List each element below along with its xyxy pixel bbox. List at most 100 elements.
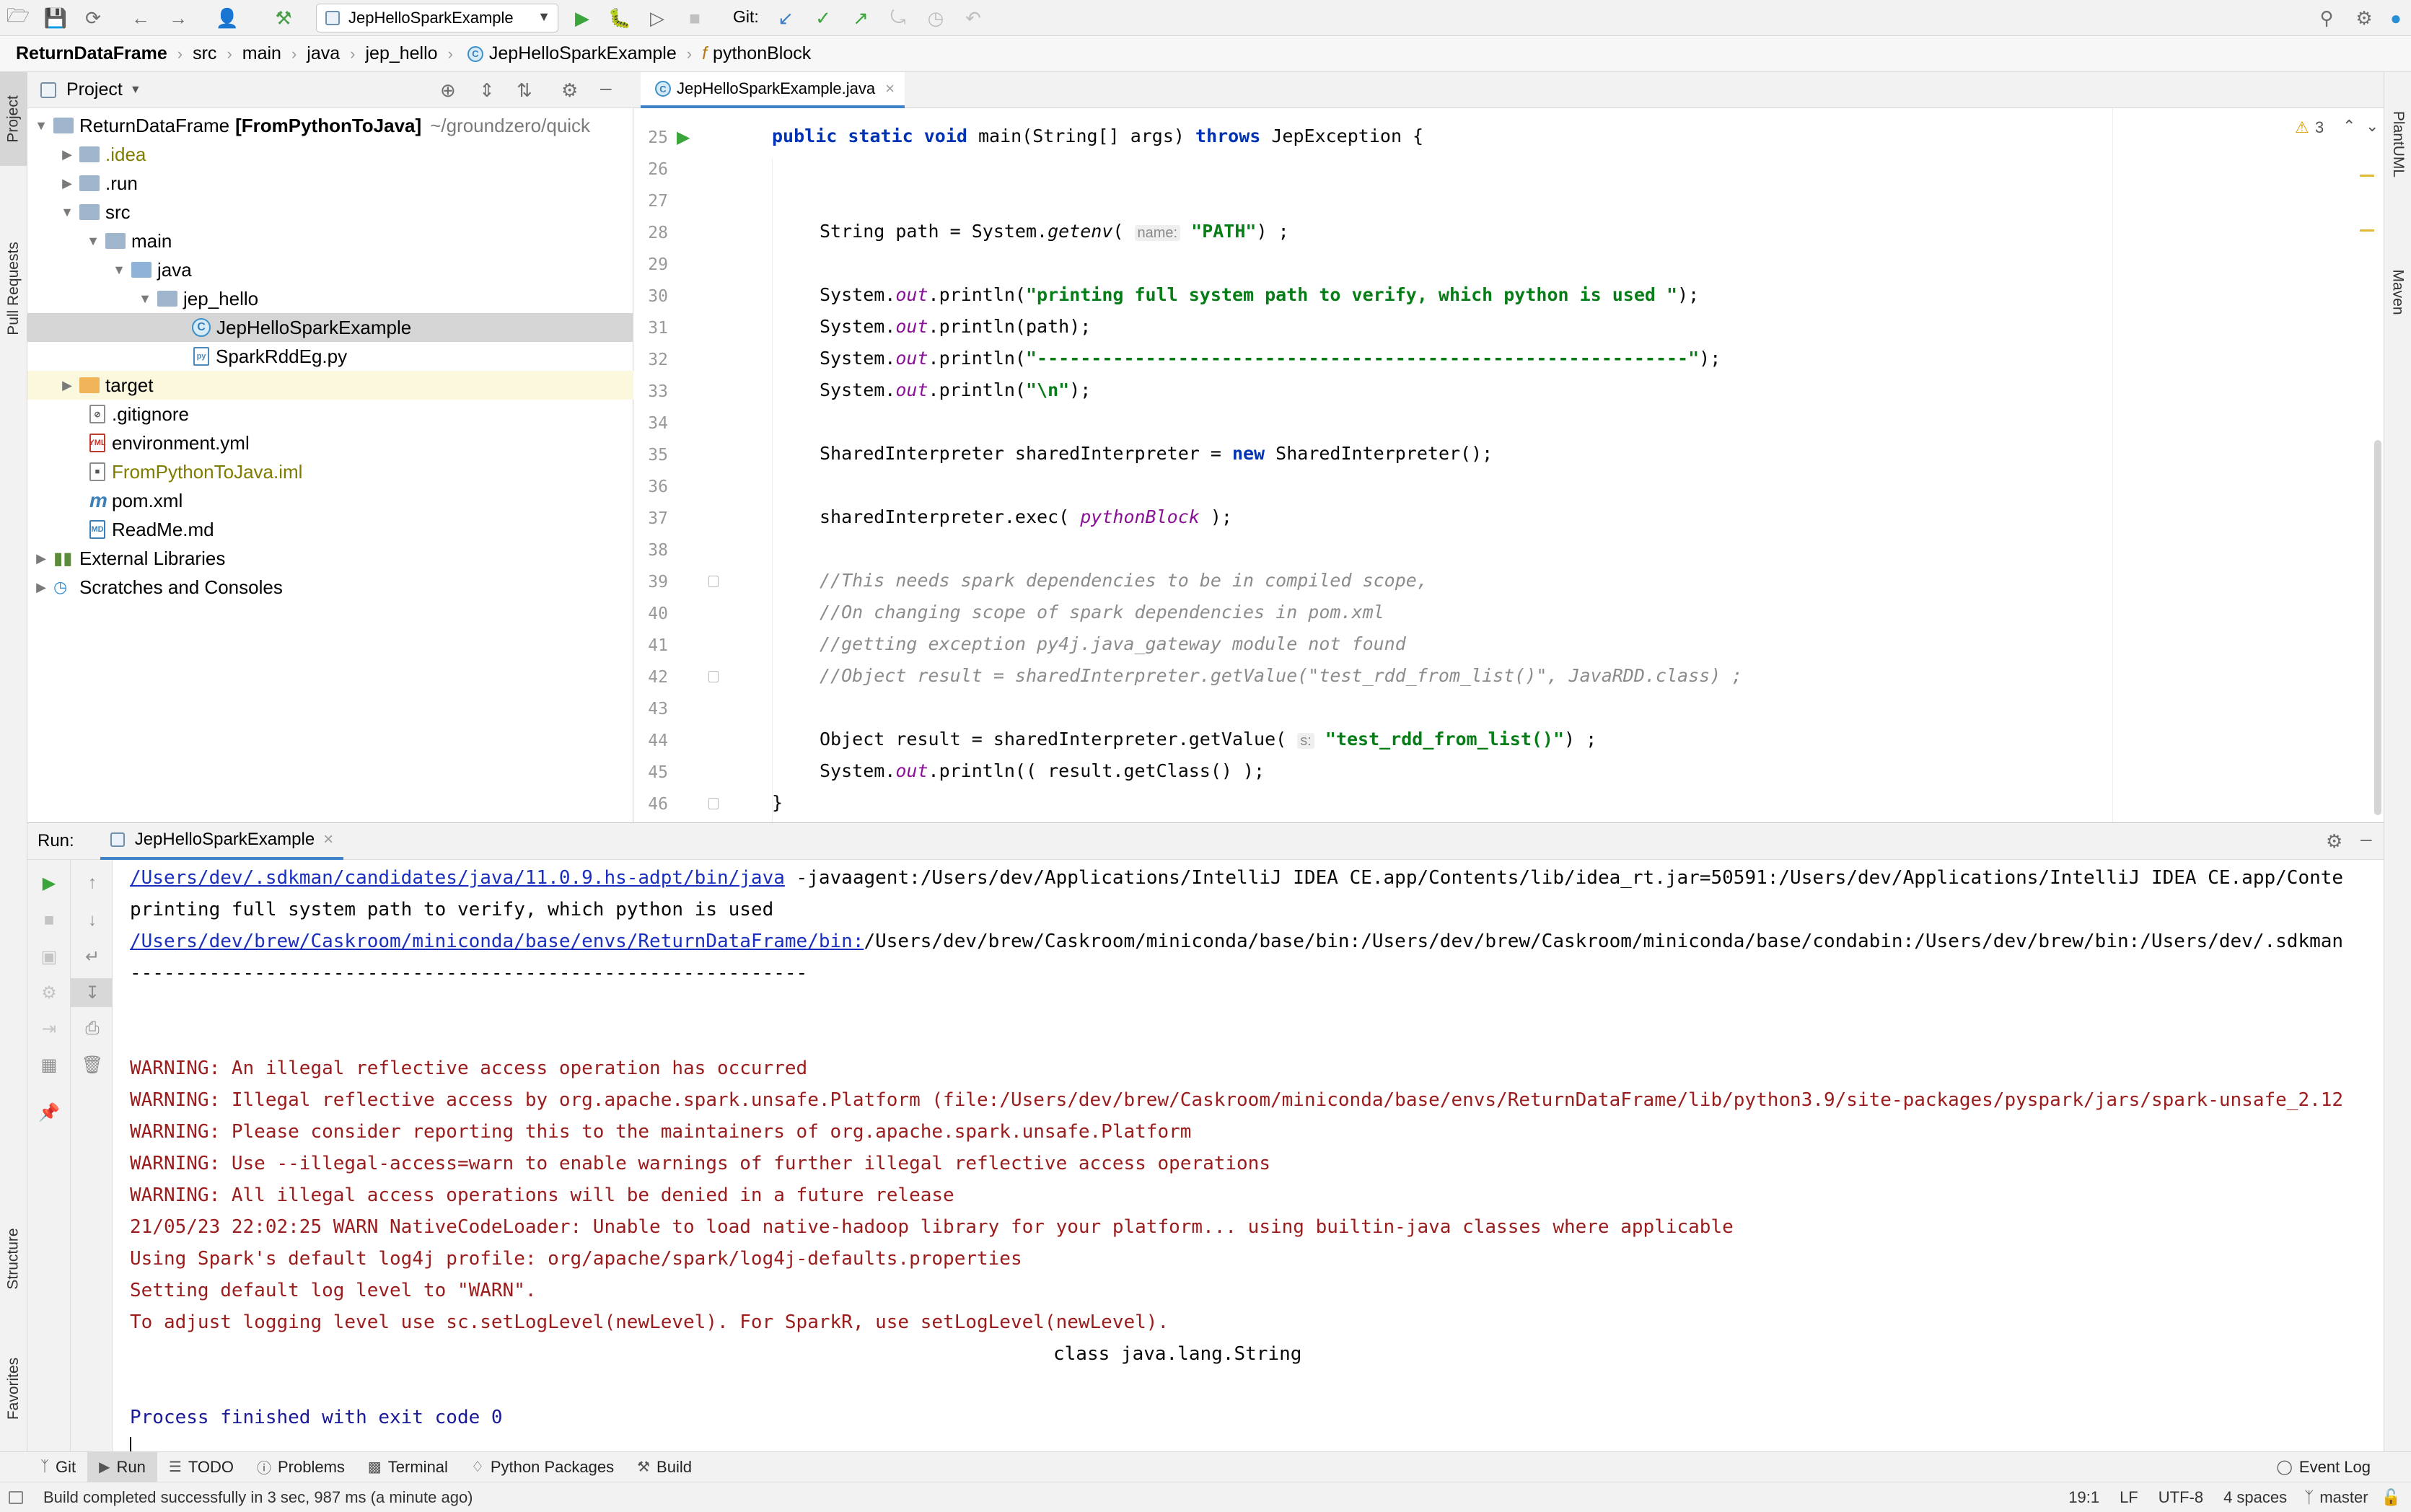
breadcrumb-item-main[interactable]: main — [242, 43, 281, 64]
layout-icon[interactable]: ▦ — [27, 1050, 71, 1079]
collapsed-arrow-icon[interactable]: ▶ — [58, 176, 76, 191]
line-separator[interactable]: LF — [2120, 1488, 2138, 1507]
tree-item-target[interactable]: ▶ target — [27, 371, 633, 400]
project-panel-title[interactable]: Project — [66, 79, 123, 100]
tool-tab-event-log[interactable]: ◯ Event Log — [2265, 1452, 2382, 1482]
tree-item-java[interactable]: ▼ java — [27, 255, 633, 284]
breadcrumb-item-src[interactable]: src — [193, 43, 216, 64]
breadcrumb-item-package[interactable]: jep_hello — [365, 43, 437, 64]
tool-tab-git[interactable]: ᛉ Git — [29, 1452, 87, 1482]
warning-marker[interactable] — [2360, 175, 2374, 177]
search-icon[interactable]: ⚲ — [2316, 7, 2337, 29]
tool-tab-todo[interactable]: ☰ TODO — [157, 1452, 245, 1482]
tool-tab-run[interactable]: ▶ Run — [87, 1451, 157, 1482]
git-branch[interactable]: master — [2319, 1488, 2368, 1507]
tool-tab-python-packages[interactable]: ♢ Python Packages — [460, 1452, 625, 1482]
exit-icon[interactable]: ⇥ — [27, 1014, 71, 1043]
tree-item-environment-yml[interactable]: YML environment.yml — [27, 428, 633, 457]
chevron-up-icon[interactable]: ⌃ — [2342, 117, 2355, 136]
camera-icon[interactable]: ▣ — [27, 942, 71, 971]
arrow-down-icon[interactable]: ↓ — [71, 906, 114, 935]
warning-count[interactable]: 3 — [2315, 118, 2324, 137]
user-icon[interactable]: 👤 — [216, 7, 239, 29]
expanded-arrow-icon[interactable]: ▼ — [32, 118, 50, 133]
coverage-icon[interactable]: ▷ — [646, 7, 668, 29]
toggle-tool-windows-icon[interactable] — [9, 1490, 23, 1504]
open-folder-icon[interactable]: 🗁 — [6, 4, 30, 29]
run-tab[interactable]: JepHelloSparkExample × — [100, 822, 344, 860]
plantuml-tool-tab[interactable]: PlantUML — [2384, 72, 2411, 216]
gear-icon[interactable]: ⚙ — [2326, 830, 2342, 853]
close-icon[interactable]: × — [323, 830, 333, 850]
soft-wrap-icon[interactable]: ↵ — [71, 942, 114, 971]
vertical-scrollbar[interactable] — [2374, 440, 2381, 815]
project-tool-tab[interactable]: Project — [0, 72, 27, 166]
back-icon[interactable]: ← — [130, 7, 151, 29]
maven-tool-tab[interactable]: Maven — [2384, 224, 2411, 361]
tree-item-jep-hello[interactable]: ▼ jep_hello — [27, 284, 633, 313]
expanded-arrow-icon[interactable]: ▼ — [136, 291, 154, 307]
print-icon[interactable]: ⎙ — [71, 1014, 114, 1043]
fold-marker-icon[interactable] — [708, 576, 719, 587]
code-editor[interactable]: public static void main(String[] args) t… — [721, 108, 2112, 822]
sync-icon[interactable]: ⟳ — [82, 7, 104, 29]
breadcrumb-item-class[interactable]: JepHelloSparkExample — [489, 43, 677, 64]
build-hammer-icon[interactable]: ⚒ — [273, 7, 294, 29]
expand-all-icon[interactable]: ⇕ — [479, 79, 495, 102]
scroll-to-end-icon[interactable]: ↧ — [71, 978, 114, 1007]
status-message[interactable]: Build completed successfully in 3 sec, 9… — [43, 1488, 473, 1507]
pin-icon[interactable]: 📌 — [27, 1098, 71, 1127]
gear-icon[interactable]: ⚙ — [2353, 7, 2375, 29]
tree-item-sparkrddeg[interactable]: py SparkRddEg.py — [27, 342, 633, 371]
git-push-icon[interactable]: ↗ — [850, 7, 871, 29]
tool-tab-build[interactable]: ⚒ Build — [625, 1452, 703, 1482]
collapse-all-icon[interactable]: ⇅ — [517, 79, 532, 102]
run-configuration-select[interactable]: JepHelloSparkExample ▼ — [316, 4, 558, 32]
expanded-arrow-icon[interactable]: ▼ — [84, 234, 102, 249]
stop-icon[interactable]: ■ — [684, 7, 706, 29]
rollback-icon[interactable]: ↶ — [962, 7, 984, 29]
breadcrumb-item-project[interactable]: ReturnDataFrame — [16, 43, 167, 64]
gear-icon[interactable]: ⚙ — [561, 79, 578, 102]
rerun-icon[interactable]: ▶ — [27, 869, 71, 897]
run-gutter-icon[interactable]: ▶ — [677, 127, 690, 148]
history-icon[interactable]: ◷ — [925, 7, 947, 29]
caret-position[interactable]: 19:1 — [2068, 1488, 2099, 1507]
tree-item-scratches[interactable]: ▶ ◷ Scratches and Consoles — [27, 573, 633, 602]
tree-item-src[interactable]: ▼ src — [27, 198, 633, 227]
tool-tab-terminal[interactable]: ▩ Terminal — [356, 1452, 460, 1482]
trash-icon[interactable]: 🗑 — [71, 1050, 114, 1079]
debug-icon[interactable]: ⚙ — [27, 978, 71, 1007]
console-link[interactable]: /Users/dev/.sdkman/candidates/java/11.0.… — [130, 867, 785, 889]
collapsed-arrow-icon[interactable]: ▶ — [58, 378, 76, 393]
git-update-icon[interactable]: ↙ — [775, 7, 796, 29]
tree-item-readme[interactable]: MD ReadMe.md — [27, 515, 633, 544]
save-icon[interactable]: 💾 — [44, 7, 67, 29]
editor-tab-active[interactable]: C JepHelloSparkExample.java × — [641, 72, 905, 108]
tree-item-project-root[interactable]: ▼ ReturnDataFrame [FromPythonToJava] ~/g… — [27, 111, 633, 140]
fold-marker-icon[interactable] — [708, 671, 719, 682]
tree-item-idea[interactable]: ▶ .idea — [27, 140, 633, 169]
structure-tool-tab[interactable]: Structure — [0, 1197, 27, 1320]
collapsed-arrow-icon[interactable]: ▶ — [58, 147, 76, 162]
pull-requests-tool-tab[interactable]: Pull Requests — [0, 180, 27, 397]
warning-marker[interactable] — [2360, 229, 2374, 232]
chevron-down-icon[interactable]: ▼ — [130, 84, 141, 97]
tree-item-gitignore[interactable]: ⊘ .gitignore — [27, 400, 633, 428]
git-commit-icon[interactable]: ✓ — [812, 7, 834, 29]
forward-icon[interactable]: → — [167, 7, 189, 29]
breadcrumb-item-field[interactable]: pythonBlock — [713, 43, 811, 64]
favorites-tool-tab[interactable]: Favorites — [0, 1335, 27, 1443]
lock-icon[interactable]: 🔓 — [2381, 1488, 2401, 1507]
locate-icon[interactable]: ⊕ — [440, 79, 456, 102]
breadcrumb-item-java[interactable]: java — [307, 43, 340, 64]
run-console[interactable]: /Users/dev/.sdkman/candidates/java/11.0.… — [113, 860, 2384, 1451]
file-encoding[interactable]: UTF-8 — [2159, 1488, 2203, 1507]
tree-item-run[interactable]: ▶ .run — [27, 169, 633, 198]
console-link[interactable]: /Users/dev/brew/Caskroom/miniconda/base/… — [130, 931, 864, 952]
collapsed-arrow-icon[interactable]: ▶ — [32, 551, 50, 566]
close-icon[interactable]: × — [885, 79, 895, 98]
expanded-arrow-icon[interactable]: ▼ — [58, 205, 76, 220]
warning-icon[interactable]: ⚠ — [2295, 118, 2309, 137]
tree-item-jephellosparkexample[interactable]: C JepHelloSparkExample — [27, 313, 633, 342]
